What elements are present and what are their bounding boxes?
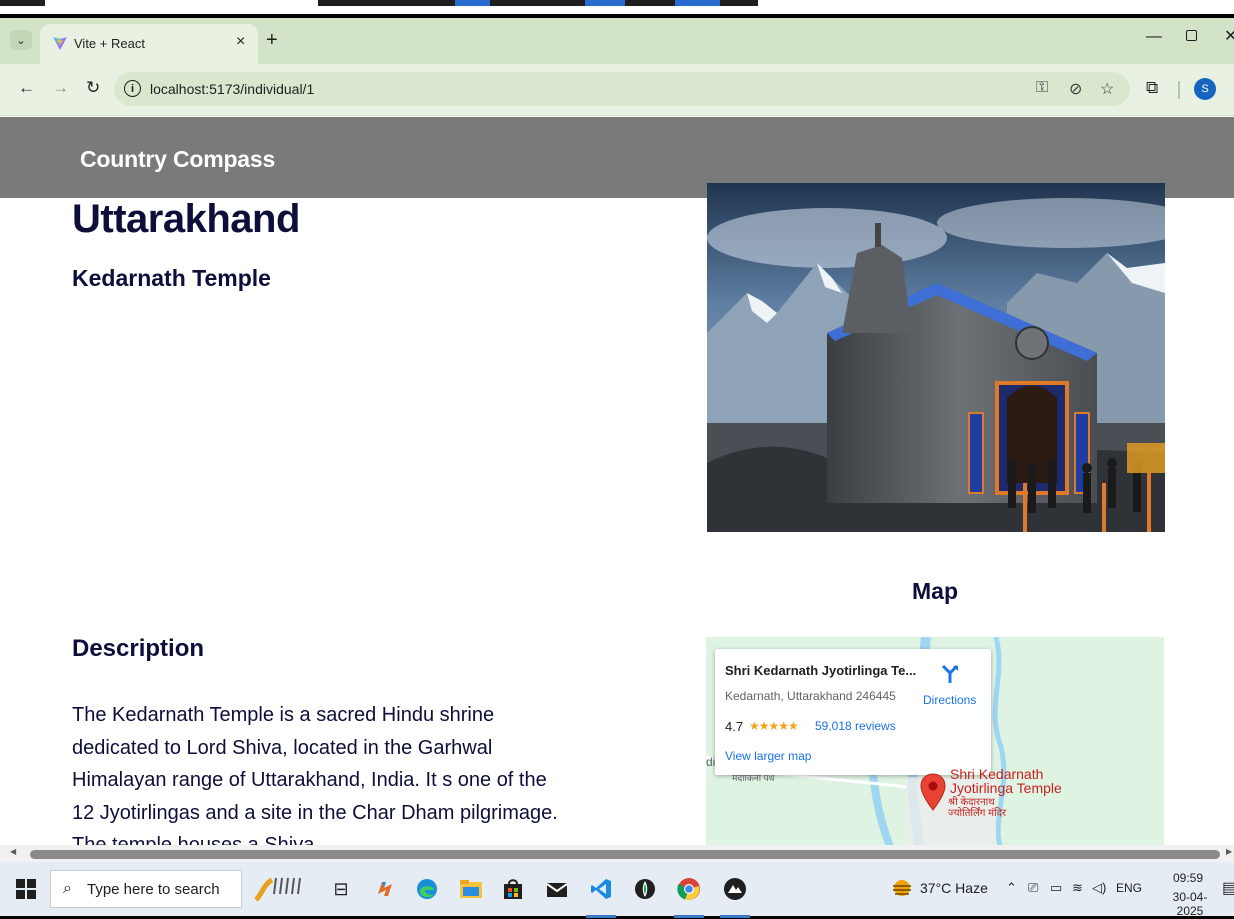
clock-date[interactable]: 30-04-2025 [1162, 890, 1218, 918]
map-rating: 4.7 [725, 719, 744, 734]
view-larger-map-link[interactable]: View larger map [725, 749, 811, 763]
edge-browser-icon[interactable] [410, 872, 444, 906]
site-brand[interactable]: Country Compass [80, 146, 275, 173]
temple-illustration [707, 183, 1165, 532]
tab-title: Vite + React [74, 36, 145, 51]
taskbar-search-placeholder: Type here to search [87, 881, 220, 898]
battery-icon[interactable]: ▭ [1050, 880, 1062, 896]
map-hindi-label: श्री केदारनाथ ज्योतिर्लिंग मंदिर [948, 797, 1006, 819]
profile-avatar[interactable]: S [1194, 78, 1216, 100]
scroll-right-icon[interactable]: ▶ [1226, 847, 1232, 856]
search-highlight-icon[interactable] [250, 872, 314, 906]
description-heading: Description [72, 635, 205, 662]
close-window-icon[interactable]: ✕ [1224, 26, 1234, 46]
bookmark-star-icon[interactable]: ☆ [1100, 79, 1114, 99]
vscode-icon[interactable] [584, 872, 618, 906]
password-key-icon[interactable]: ⚿ [1036, 79, 1048, 97]
notification-icon[interactable]: ▤ [1222, 878, 1234, 898]
toolbar-divider [1178, 81, 1180, 99]
site-info-icon[interactable]: i [124, 80, 141, 97]
minimize-icon[interactable]: — [1146, 28, 1162, 46]
extensions-puzzle-icon[interactable]: ⧉ [1146, 78, 1158, 98]
scrollbar-thumb[interactable] [30, 850, 1220, 859]
place-subtitle: Kedarnath Temple [72, 265, 271, 291]
meet-now-icon[interactable]: ⎚ [1028, 880, 1038, 896]
top-window-strip [0, 0, 1234, 18]
web-page: Country Compass Uttarakhand Kedarnath Te… [0, 117, 1234, 845]
task-view-icon[interactable]: ⊟ [324, 872, 358, 906]
copilot-icon[interactable] [368, 872, 402, 906]
mail-icon[interactable] [540, 872, 574, 906]
description-text: The Kedarnath Temple is a sacred Hindu s… [72, 704, 558, 845]
reload-icon[interactable]: ↻ [86, 78, 100, 98]
browser-tab[interactable]: Vite + React × [40, 24, 258, 64]
restore-icon[interactable] [1186, 30, 1197, 41]
rating-stars-icon: ★★★★★ [749, 719, 799, 733]
url-text[interactable]: localhost:5173/individual/1 [150, 81, 314, 97]
vite-logo-icon [53, 36, 67, 50]
map-edge-text: di [706, 755, 716, 769]
windows-taskbar: ⌕ Type here to search ⊟ 37°C Haze ⌃ ⎚ ▭ … [0, 862, 1234, 919]
scroll-left-icon[interactable]: ◀ [10, 847, 16, 856]
mongodb-compass-icon[interactable] [628, 872, 662, 906]
reviews-link[interactable]: 59,018 reviews [815, 719, 896, 733]
browser-tab-bar: ⌄ Vite + React × + — ✕ [0, 18, 1234, 64]
wifi-icon[interactable]: ≋ [1072, 880, 1083, 896]
map-place-name: Shri Kedarnath Jyotirlinga Te... [725, 663, 917, 678]
map-address: Kedarnath, Uttarakhand 246445 [725, 689, 896, 703]
search-icon: ⌕ [63, 880, 72, 897]
speaker-icon[interactable]: ◁) [1092, 880, 1106, 896]
map-place-card: Shri Kedarnath Jyotirlinga Te... Kedarna… [715, 649, 991, 775]
weather-text[interactable]: 37°C Haze [920, 880, 988, 896]
browser-toolbar: ← → ↻ i localhost:5173/individual/1 ⚿ ⊘ … [0, 64, 1234, 116]
directions-link[interactable]: Directions [923, 693, 976, 707]
back-arrow-icon[interactable]: ← [18, 78, 35, 98]
tab-search-button[interactable]: ⌄ [10, 30, 32, 50]
address-bar[interactable]: i localhost:5173/individual/1 ⚿ ⊘ ☆ [114, 72, 1130, 106]
map-pin-label: Shri Kedarnath Jyotirlinga Temple [950, 767, 1062, 795]
chrome-icon[interactable] [672, 872, 706, 906]
chevron-up-icon[interactable]: ⌃ [1006, 880, 1017, 896]
tab-close-icon[interactable]: × [236, 33, 245, 51]
store-bag-icon[interactable] [496, 872, 530, 906]
app-helmet-icon[interactable] [718, 872, 752, 906]
map-pin-icon[interactable] [920, 773, 946, 811]
pin-label-line2: Jyotirlinga Temple [950, 780, 1062, 796]
embedded-map[interactable]: di मंदाकिनी पथ Shri Kedarnath Jyotirling… [706, 637, 1164, 845]
map-heading: Map [912, 578, 958, 604]
weather-haze-icon[interactable] [890, 876, 914, 900]
taskbar-search[interactable]: ⌕ Type here to search [50, 870, 242, 908]
kedarnath-temple-image [707, 183, 1165, 532]
directions-icon[interactable] [939, 663, 961, 685]
pin-label-line1: Shri Kedarnath [950, 766, 1044, 782]
chrome-active-indicator [674, 915, 704, 918]
forward-arrow-icon[interactable]: → [52, 78, 69, 98]
hindi-line1: श्री केदारनाथ [948, 797, 995, 808]
hindi-line2: ज्योतिर्लिंग मंदिर [948, 808, 1007, 819]
language-indicator[interactable]: ENG [1116, 881, 1142, 895]
eye-off-icon[interactable]: ⊘ [1069, 79, 1082, 99]
clock-time[interactable]: 09:59 [1162, 871, 1214, 885]
state-title: Uttarakhand [72, 197, 300, 241]
app-active-indicator [720, 915, 750, 918]
new-tab-button[interactable]: + [266, 30, 278, 50]
file-explorer-icon[interactable] [454, 872, 488, 906]
screen: ⌄ Vite + React × + — ✕ ← → ↻ i localhost… [0, 0, 1234, 919]
chevron-down-icon: ⌄ [16, 34, 26, 47]
vscode-active-indicator [586, 915, 616, 918]
horizontal-scrollbar[interactable]: ◀ ▶ [0, 845, 1234, 862]
windows-start-icon[interactable] [16, 879, 36, 899]
